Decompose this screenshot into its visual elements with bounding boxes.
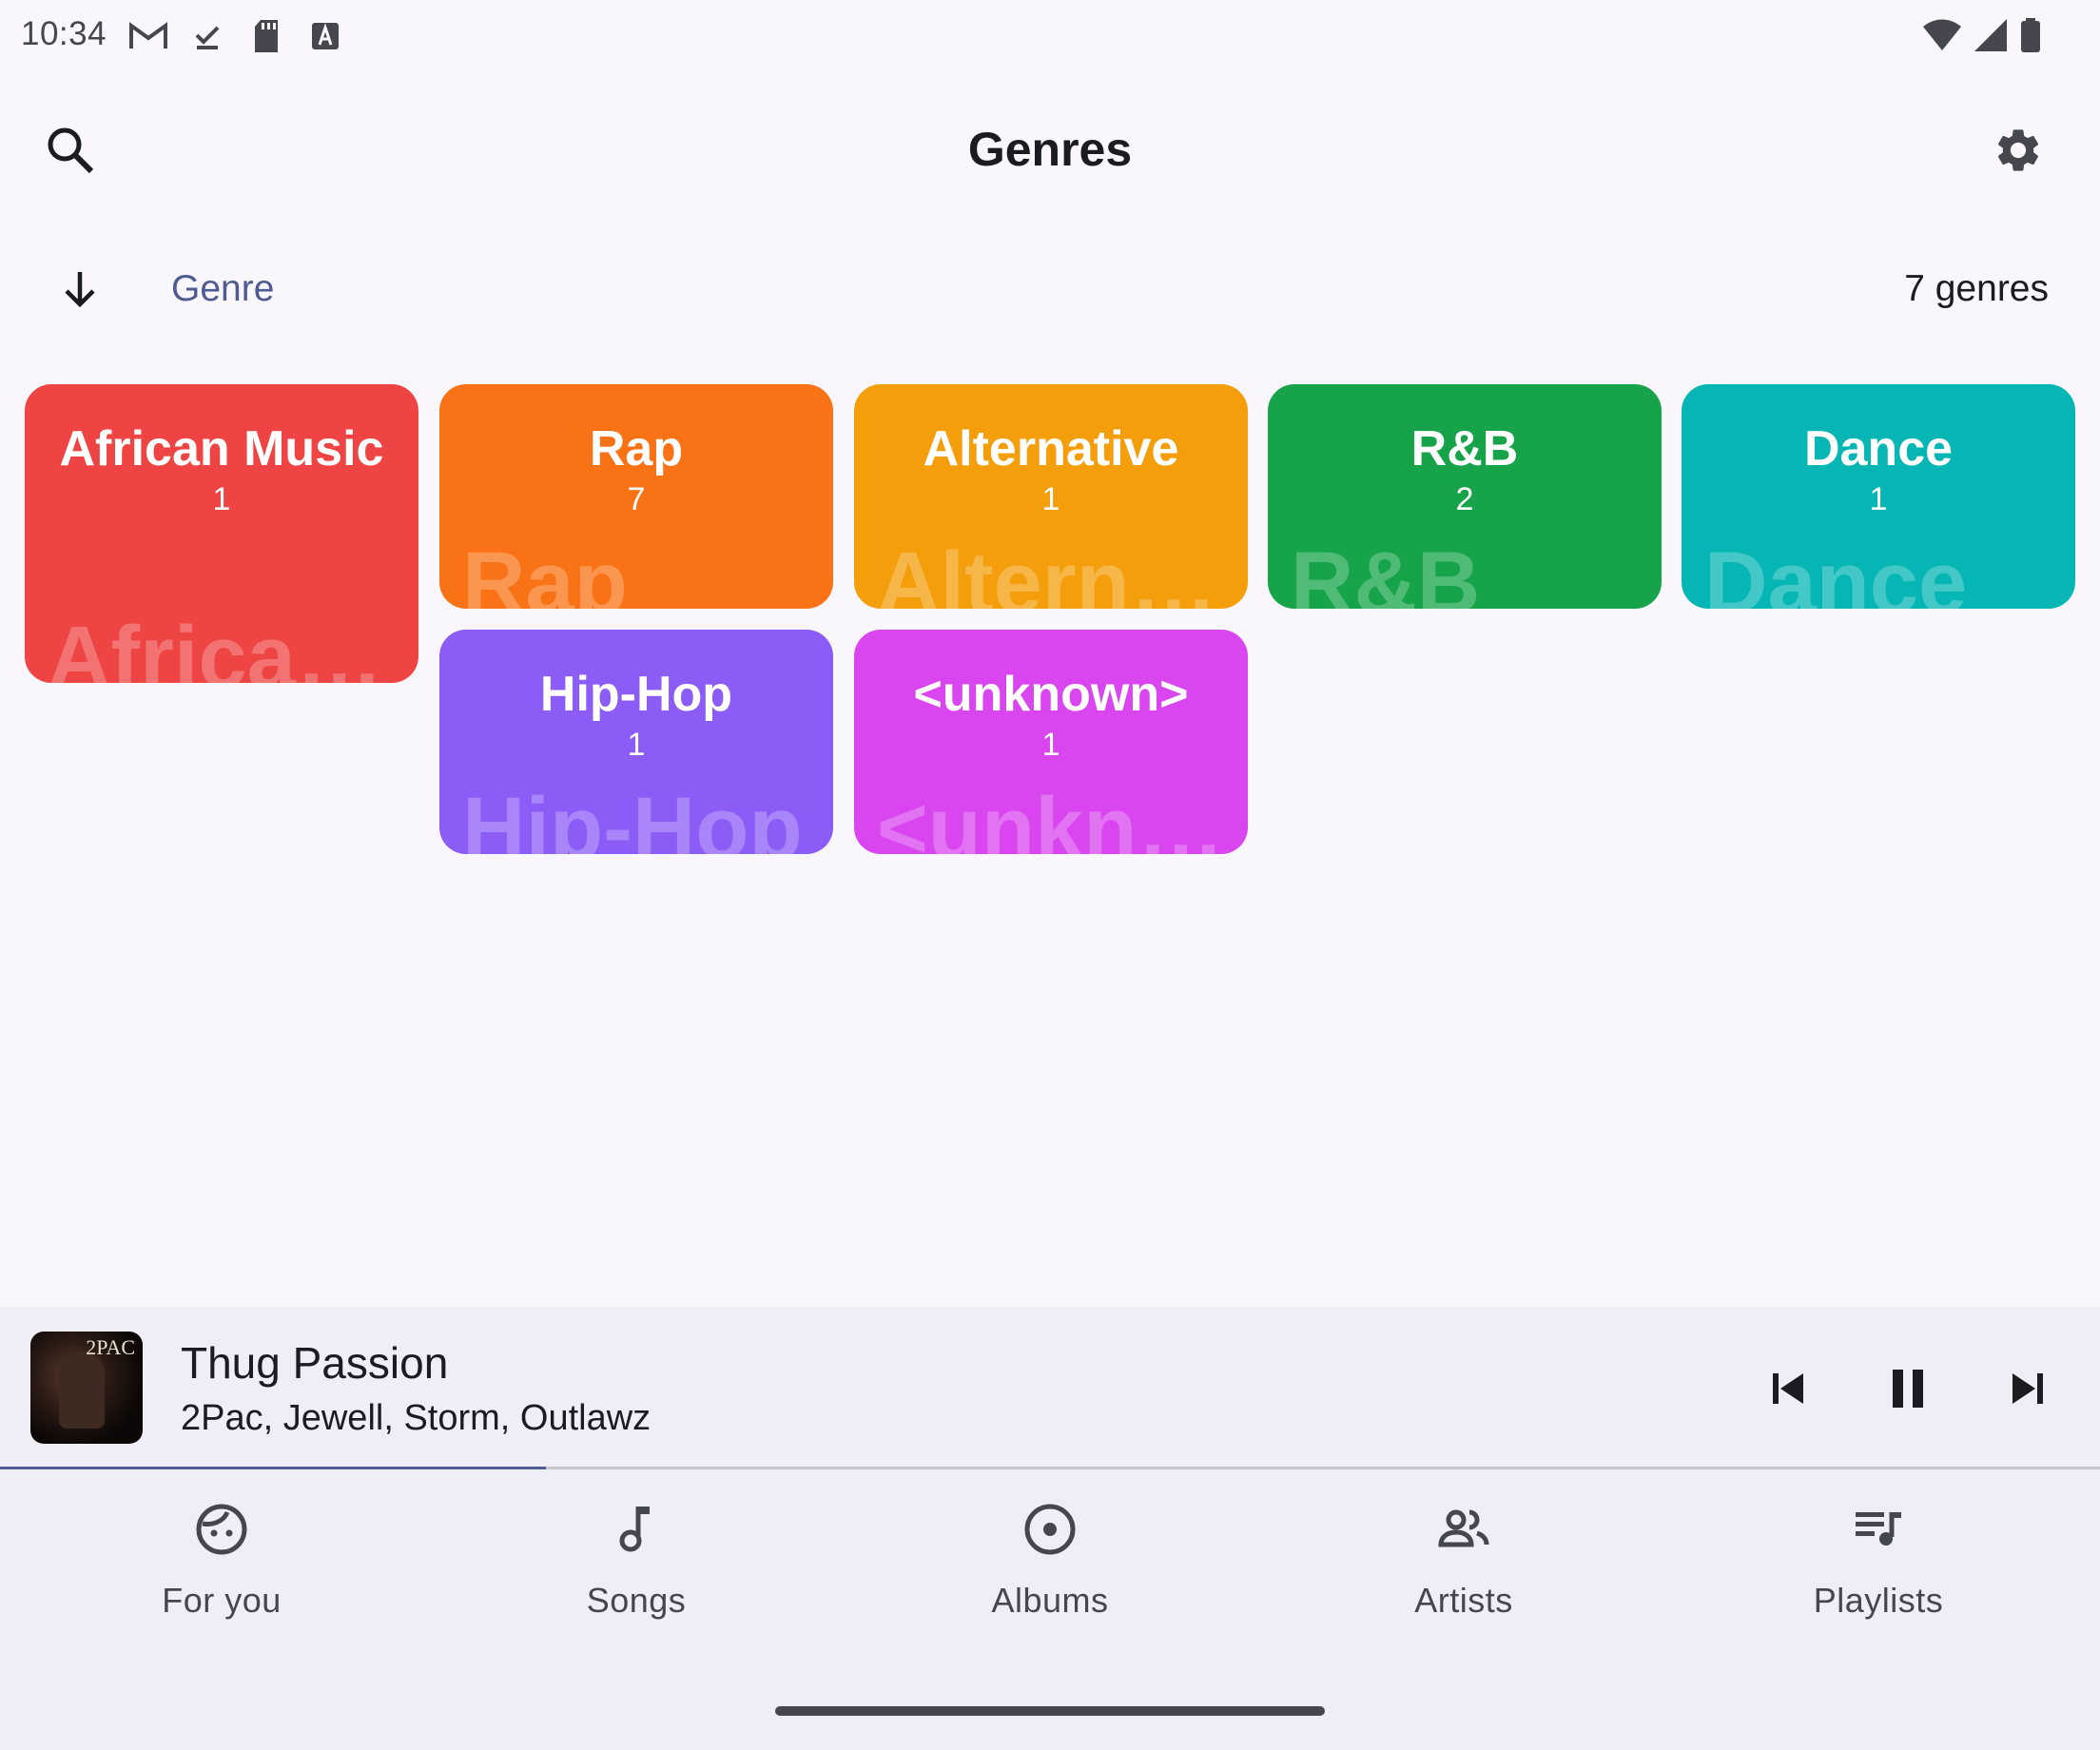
pause-icon <box>1893 1370 1923 1408</box>
genre-song-count: 1 <box>1041 727 1060 763</box>
home-indicator[interactable] <box>775 1706 1325 1716</box>
album-art[interactable]: 2PAC <box>30 1332 143 1444</box>
nav-label: Playlists <box>1813 1581 1944 1620</box>
previous-button[interactable] <box>1742 1343 1834 1434</box>
nav-label: Songs <box>586 1581 687 1620</box>
genre-name: African Music <box>59 421 384 476</box>
arrow-down-icon <box>65 272 95 308</box>
genre-song-count: 1 <box>1041 481 1060 517</box>
playback-controls <box>1742 1343 2073 1434</box>
skip-next-icon <box>2012 1373 2043 1404</box>
genre-name: <unknown> <box>913 667 1189 722</box>
genre-card-rnb[interactable]: R&B 2 R&B <box>1268 384 1662 609</box>
album-art-text: 2PAC <box>86 1335 135 1359</box>
sd-card-icon <box>247 19 285 53</box>
cell-signal-icon <box>1974 17 2007 53</box>
playback-progress[interactable] <box>0 1467 2100 1469</box>
genre-song-count: 1 <box>627 727 646 763</box>
genre-watermark: Rap <box>462 535 628 609</box>
sort-by-genre-button[interactable]: Genre <box>171 268 274 310</box>
download-done-icon <box>188 19 226 53</box>
face-icon <box>191 1499 252 1560</box>
genre-card-hip-hop[interactable]: Hip-Hop 1 Hip-Hop <box>439 630 833 854</box>
genre-name: R&B <box>1410 421 1519 476</box>
gear-icon <box>1997 129 2039 171</box>
sort-row: Genre 7 genres <box>0 247 2100 333</box>
nav-label: Artists <box>1414 1581 1513 1620</box>
genres-screen: 10:34 Genres Genre 7 genres African Musi… <box>0 0 2100 1750</box>
nav-label: Albums <box>991 1581 1109 1620</box>
genre-name: Alternative <box>923 421 1179 476</box>
genre-name: Dance <box>1803 421 1954 476</box>
genre-card-dance[interactable]: Dance 1 Dance <box>1682 384 2075 609</box>
notification-icons <box>129 19 344 53</box>
system-icons <box>1923 17 2041 53</box>
nav-playlists[interactable]: Playlists <box>1736 1499 2021 1632</box>
genre-name: Hip-Hop <box>539 667 733 722</box>
genre-song-count: 1 <box>212 481 231 517</box>
genre-grid: African Music 1 African ... Rap 7 Rap Al… <box>0 384 2100 879</box>
genre-watermark: Alterna... <box>877 535 1238 609</box>
genre-watermark: Dance <box>1704 535 1968 609</box>
status-time: 10:34 <box>21 15 107 52</box>
bottom-navigation: For you Songs Albums Artists Playlists <box>0 1470 2100 1750</box>
nav-label: For you <box>162 1581 282 1620</box>
next-button[interactable] <box>1982 1343 2073 1434</box>
status-bar: 10:34 <box>0 0 2100 72</box>
top-app-bar: Genres <box>0 95 2100 209</box>
genre-song-count: 2 <box>1455 481 1474 517</box>
sort-direction-button[interactable] <box>34 243 126 335</box>
genre-card-unknown[interactable]: <unknown> 1 <unkno... <box>854 630 1248 854</box>
nav-songs[interactable]: Songs <box>494 1499 779 1632</box>
genre-card-alternative[interactable]: Alternative 1 Alterna... <box>854 384 1248 609</box>
gmail-icon <box>129 19 167 53</box>
album-art-figure <box>59 1352 105 1429</box>
genre-count: 7 genres <box>1904 268 2049 309</box>
playlist-icon <box>1848 1499 1909 1560</box>
battery-icon <box>2020 17 2041 53</box>
page-title: Genres <box>967 123 1133 176</box>
genre-watermark: African ... <box>48 609 409 683</box>
playback-progress-fill <box>0 1467 547 1469</box>
nav-artists[interactable]: Artists <box>1321 1499 1606 1632</box>
genre-song-count: 7 <box>627 481 646 517</box>
skip-previous-icon <box>1773 1373 1803 1404</box>
album-icon <box>1020 1499 1080 1560</box>
accessibility-a-icon <box>306 19 344 53</box>
pause-button[interactable] <box>1862 1343 1954 1434</box>
nav-for-you[interactable]: For you <box>79 1499 364 1632</box>
now-playing-artist: 2Pac, Jewell, Storm, Outlawz <box>181 1398 651 1438</box>
genre-watermark: R&B <box>1291 535 1481 609</box>
nav-albums[interactable]: Albums <box>907 1499 1193 1632</box>
genre-watermark: Hip-Hop <box>462 780 803 854</box>
music-note-icon <box>606 1499 667 1560</box>
settings-button[interactable] <box>1973 105 2064 196</box>
genre-watermark: <unkno... <box>877 780 1238 854</box>
genre-card-african-music[interactable]: African Music 1 African ... <box>25 384 418 683</box>
genre-name: Rap <box>589 421 684 476</box>
people-icon <box>1433 1499 1494 1560</box>
now-playing-title: Thug Passion <box>181 1338 449 1388</box>
genre-card-rap[interactable]: Rap 7 Rap <box>439 384 833 609</box>
wifi-icon <box>1923 17 1961 53</box>
mini-player[interactable]: 2PAC Thug Passion 2Pac, Jewell, Storm, O… <box>0 1307 2100 1470</box>
genre-song-count: 1 <box>1869 481 1888 517</box>
